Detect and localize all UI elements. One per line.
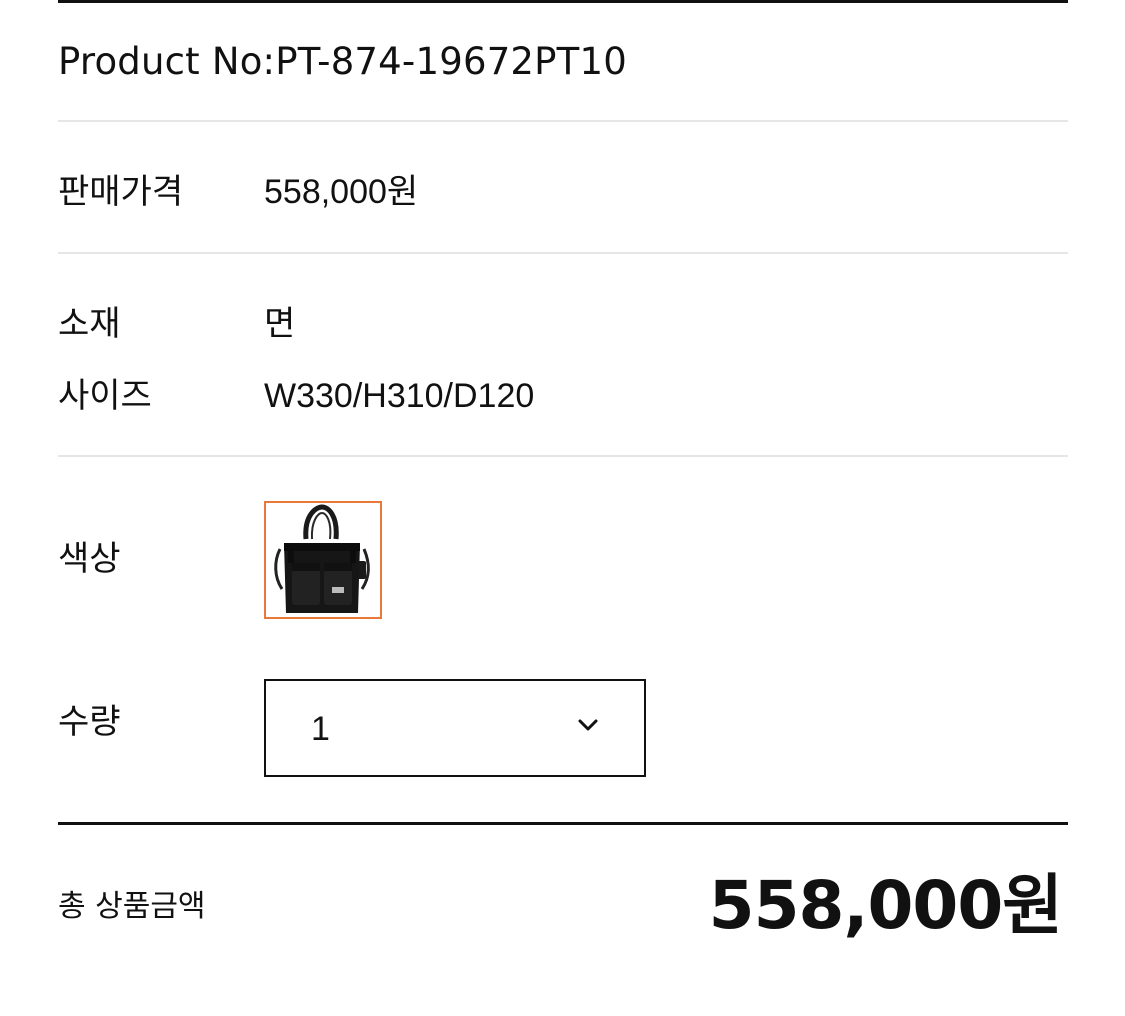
total-label: 총 상품금액 [58,889,206,924]
total-amount: 558,000원 [708,867,1063,944]
material-value: 면 [264,304,296,344]
divider [58,455,1068,457]
color-swatch-black[interactable] [264,501,382,619]
divider [58,252,1068,254]
quantity-selected-value: 1 [311,710,330,748]
tote-bag-icon [274,504,370,613]
divider [58,120,1068,122]
price-value: 558,000원 [264,173,419,211]
material-label: 소재 [58,304,121,344]
size-value: W330/H310/D120 [264,377,535,415]
chevron-down-icon [578,719,598,731]
size-label: 사이즈 [58,376,152,416]
price-label: 판매가격 [58,172,184,212]
bottom-divider [58,822,1068,825]
product-number: Product No:PT-874-19672PT10 [58,40,627,83]
quantity-label: 수량 [58,702,121,742]
quantity-select[interactable]: 1 [264,679,646,777]
top-divider [58,0,1068,3]
product-option-panel: Product No:PT-874-19672PT10 판매가격 558,000… [58,0,1068,1016]
color-label: 색상 [58,539,121,579]
